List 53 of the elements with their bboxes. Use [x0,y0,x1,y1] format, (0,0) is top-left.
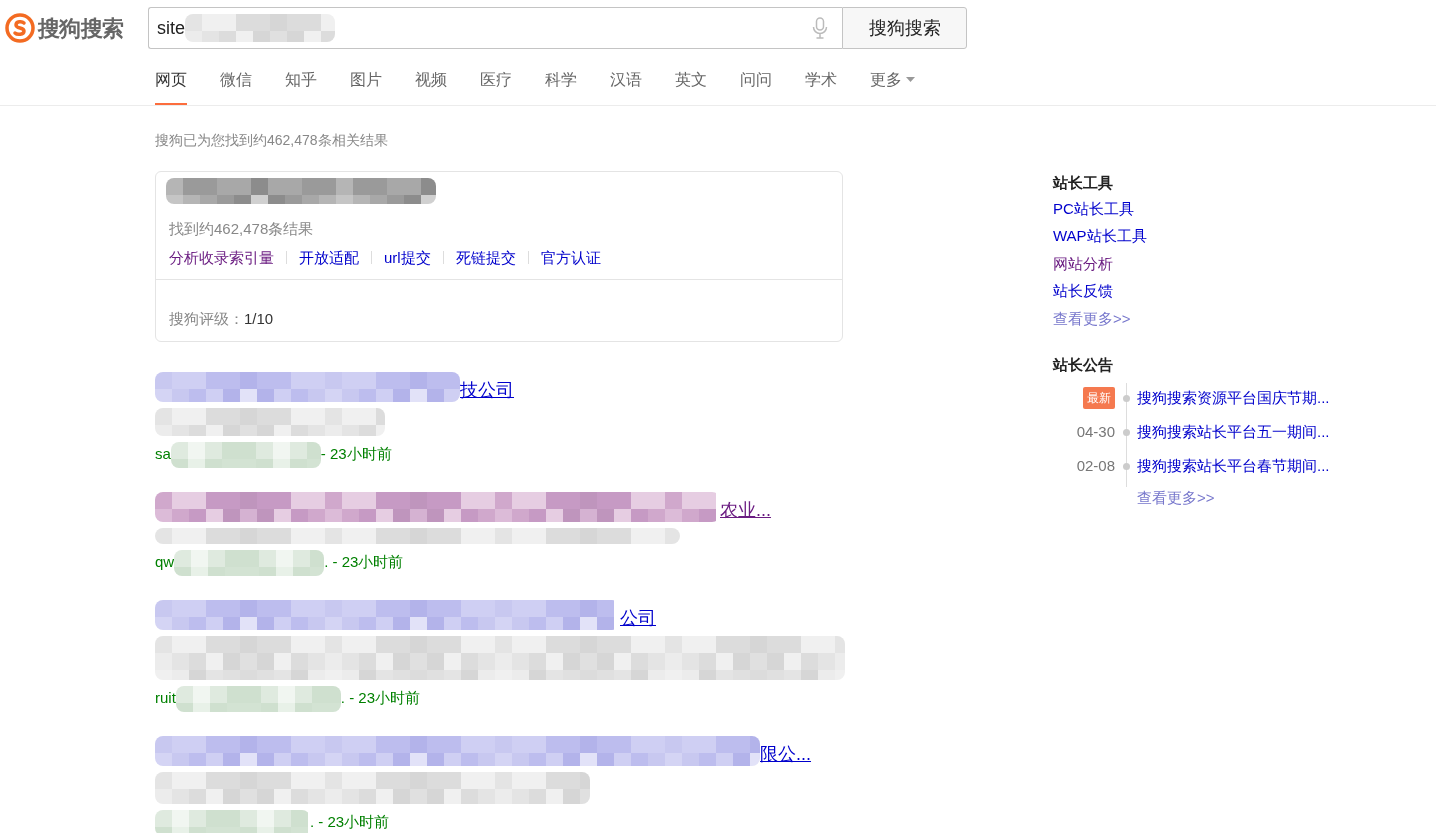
logo[interactable]: 搜狗搜索 [5,11,148,45]
search-button[interactable]: 搜狗搜索 [842,7,967,49]
nav-tab[interactable]: 汉语 [610,56,642,105]
tool-link[interactable]: WAP站长工具 [1053,225,1353,248]
notice-link[interactable]: 搜狗搜索站长平台春节期间... [1137,454,1330,477]
section-title: 站长公告 [1053,355,1114,375]
tool-link[interactable]: 开放适配 [299,246,359,269]
tool-link[interactable]: PC站长工具 [1053,197,1353,220]
notice-date: 02-08 [1076,455,1115,476]
logo-text: 搜狗搜索 [38,14,124,43]
result-title[interactable]: 公司 [620,605,656,630]
tool-link[interactable]: 官方认证 [540,246,601,269]
result-title[interactable]: 技公司 [460,377,514,402]
new-badge: 最新 [1083,386,1115,409]
notice-link[interactable]: 搜狗搜索站长平台五一期间... [1137,420,1330,443]
nav-tab[interactable]: 图片 [350,56,382,105]
nav-tab[interactable]: 网页 [155,56,187,105]
notice-date: 04-30 [1076,421,1115,442]
found-count: 找到约462,478条结果 [168,219,315,239]
result-time: . - 23小时前 [310,812,390,833]
search-field[interactable]: site [148,7,842,49]
more-link[interactable]: 查看更多>> [1053,307,1353,330]
nav-tab[interactable]: 学术 [805,56,837,105]
rating-label: 搜狗评级： [169,309,244,329]
nav-tab[interactable]: 科学 [545,56,577,105]
tool-link[interactable]: 网站分析 [1053,252,1353,275]
logo-icon [5,13,35,43]
nav-tab[interactable]: 问问 [740,56,772,105]
nav-tab[interactable]: 微信 [220,56,252,105]
result-url: sa [155,444,171,465]
more-link[interactable]: 查看更多>> [1137,486,1330,509]
notice-link[interactable]: 搜狗搜索资源平台国庆节期... [1137,386,1330,409]
tool-link[interactable]: 站长反馈 [1053,280,1353,303]
nav-tab[interactable]: 视频 [415,56,447,105]
rating-value: 1/10 [244,309,274,329]
tool-link[interactable]: 分析收录索引量 [169,246,274,269]
nav-tab[interactable]: 更多 [870,56,915,105]
section-title: 站长工具 [1053,173,1114,193]
result-time: . - 23小时前 [340,688,421,709]
nav-tab[interactable]: 医疗 [480,56,512,105]
search-query: site [157,16,185,40]
result-title[interactable]: 限公... [760,741,811,766]
result-time: . - 23小时前 [324,552,404,573]
tool-link[interactable]: url提交 [384,246,431,269]
tool-link[interactable]: 死链提交 [455,246,516,269]
nav-tab[interactable]: 英文 [675,56,707,105]
result-count: 搜狗已为您找到约462,478条相关结果 [155,131,389,150]
result-url: qw [155,552,175,573]
nav-tab[interactable]: 知乎 [285,56,317,105]
result-time: - 23小时前 [320,444,392,465]
microphone-icon[interactable] [812,17,828,39]
result-url: ruit [155,688,176,709]
result-title[interactable]: 农业... [720,497,771,522]
